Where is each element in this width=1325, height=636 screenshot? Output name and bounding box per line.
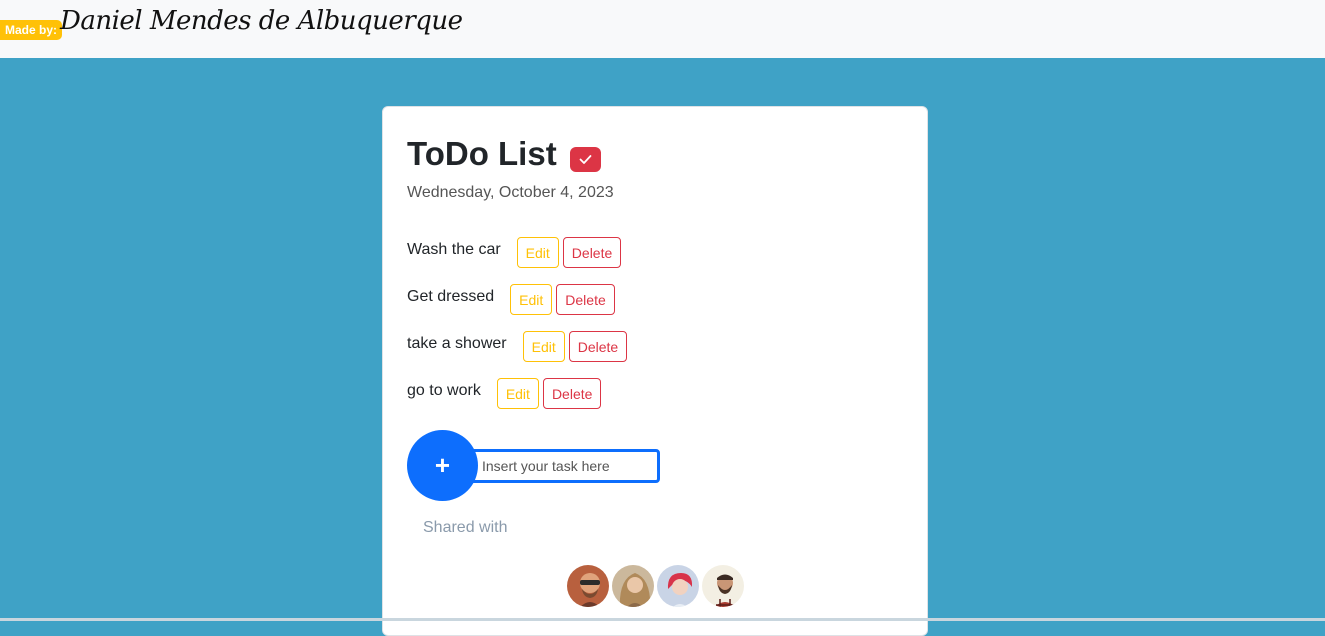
top-navbar: Made by: Daniel Mendes de Albuquerque <box>0 0 1325 58</box>
task-label: Get dressed <box>407 287 495 305</box>
todo-card: ToDo List Wednesday, October 4, 2023 Was… <box>382 106 928 636</box>
task-label: Wash the car <box>407 240 501 258</box>
delete-button[interactable]: Delete <box>568 331 628 362</box>
task-label: go to work <box>407 381 481 399</box>
edit-button[interactable]: Edit <box>522 331 565 362</box>
add-task-button[interactable]: + <box>407 430 478 501</box>
edit-button[interactable]: Edit <box>516 237 559 268</box>
page-title: ToDo List <box>407 135 557 172</box>
avatar[interactable] <box>610 563 656 609</box>
task-item: go to work Edit Delete <box>407 378 602 409</box>
avatar[interactable] <box>700 563 746 609</box>
current-date: Wednesday, October 4, 2023 <box>407 184 614 201</box>
edit-button[interactable]: Edit <box>496 378 539 409</box>
task-item: take a shower Edit Delete <box>407 331 628 362</box>
check-icon <box>569 146 601 172</box>
task-item: Wash the car Edit Delete <box>407 237 622 268</box>
shared-with-label: Shared with <box>423 519 508 536</box>
avatar-group <box>565 563 746 609</box>
delete-button[interactable]: Delete <box>542 378 602 409</box>
delete-button[interactable]: Delete <box>562 237 622 268</box>
delete-button[interactable]: Delete <box>556 284 615 315</box>
task-input[interactable] <box>459 449 660 483</box>
author-name: Daniel Mendes de Albuquerque <box>60 6 463 36</box>
avatar[interactable] <box>655 563 701 609</box>
avatar[interactable] <box>565 563 611 609</box>
made-by-badge: Made by: <box>0 20 63 40</box>
task-item: Get dressed Edit Delete <box>407 284 615 315</box>
add-task-row: + <box>407 430 667 502</box>
task-label: take a shower <box>407 334 507 352</box>
edit-button[interactable]: Edit <box>510 284 553 315</box>
title-row: ToDo List <box>407 135 601 173</box>
